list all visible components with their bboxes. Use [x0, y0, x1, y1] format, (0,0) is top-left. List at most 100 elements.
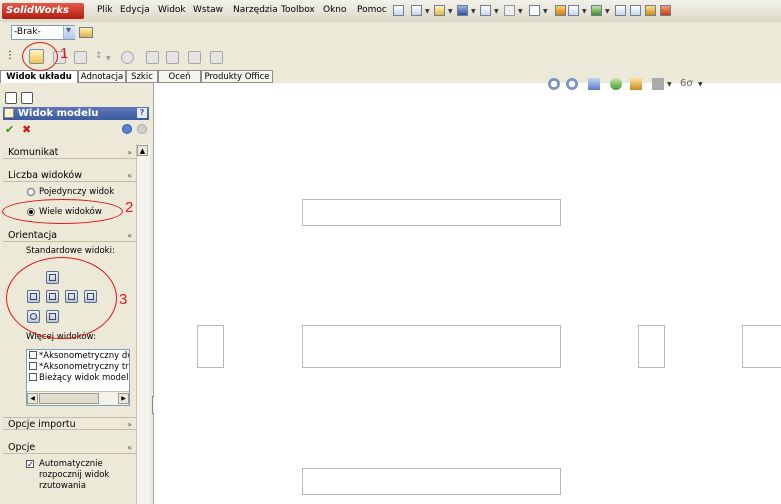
auto-start-checkbox[interactable]: ✓: [26, 460, 34, 469]
chevron-down-icon[interactable]: ▼: [518, 8, 523, 15]
menu-toolbox[interactable]: Toolbox: [281, 5, 315, 15]
section-opcje-importu[interactable]: Opcje importu »: [3, 417, 136, 430]
annotation-circle-1: [22, 42, 58, 71]
checkbox-icon[interactable]: [29, 351, 37, 359]
chevron-down-icon[interactable]: ▼: [543, 8, 548, 15]
tab-adnotacja[interactable]: Adnotacja: [78, 70, 126, 83]
chevron-down-icon[interactable]: ▼: [494, 8, 499, 15]
menu-plik[interactable]: Plik: [97, 5, 113, 15]
list-item[interactable]: Bieżący widok modelu: [29, 373, 129, 383]
chevron-down-icon[interactable]: ▼: [448, 8, 453, 15]
help-button[interactable]: ?: [137, 108, 147, 118]
zoom-to-fit-icon[interactable]: [548, 78, 560, 90]
menu-wstaw[interactable]: Wstaw: [193, 5, 223, 15]
crop-view-icon[interactable]: [188, 51, 201, 64]
scroll-up-icon[interactable]: ▲: [137, 145, 148, 156]
model-view-icon: [4, 108, 14, 118]
menu-narzedzia[interactable]: Narzędzia: [233, 5, 278, 15]
scroll-left-icon[interactable]: ◀: [27, 393, 38, 404]
list-item[interactable]: *Aksonometryczny dw: [29, 351, 129, 361]
chevron-down-icon[interactable]: »: [127, 146, 132, 159]
dimxpert-icon[interactable]: [615, 5, 626, 16]
scroll-right-icon[interactable]: ▶: [118, 393, 129, 404]
chevron-down-icon[interactable]: ▼: [667, 81, 672, 88]
addins-icon[interactable]: [660, 5, 671, 16]
back-arrow-icon[interactable]: [122, 124, 132, 134]
tab-szkic[interactable]: Szkic: [126, 70, 158, 83]
toolbox-icon[interactable]: [645, 5, 656, 16]
menu-okno[interactable]: Okno: [323, 5, 347, 15]
rebuild-icon[interactable]: [555, 5, 566, 16]
layer-combo-value: -Brak-: [14, 27, 41, 37]
panel-scrollbar[interactable]: [136, 144, 150, 504]
view-placeholder-bottom[interactable]: [302, 468, 561, 495]
chevron-up-icon[interactable]: «: [127, 169, 132, 182]
layer-properties-icon[interactable]: [79, 27, 93, 38]
display-style-icon[interactable]: [630, 78, 642, 90]
scroll-thumb[interactable]: [39, 393, 99, 404]
break-icon[interactable]: [166, 51, 179, 64]
file-properties-icon[interactable]: [568, 5, 579, 16]
chevron-up-icon[interactable]: «: [127, 229, 132, 242]
view-placeholder-back[interactable]: [742, 325, 781, 368]
select-cursor-icon[interactable]: [529, 5, 540, 16]
checkbox-icon[interactable]: [29, 362, 37, 370]
print-icon[interactable]: [480, 5, 491, 16]
auto-start-label-1: Automatycznie: [39, 459, 103, 469]
chevron-down-icon[interactable]: ▼: [425, 8, 430, 15]
tab-ocen[interactable]: Oceń: [158, 70, 201, 83]
pin-icon[interactable]: [393, 5, 404, 16]
view-placeholder-right[interactable]: [638, 325, 665, 368]
drawing-canvas[interactable]: [154, 83, 781, 504]
view-placeholder-front[interactable]: [302, 325, 561, 368]
options-icon[interactable]: [591, 5, 602, 16]
view-orientation-icon[interactable]: [652, 78, 664, 90]
alternate-position-icon[interactable]: [210, 51, 223, 64]
panel-title: Widok modelu ?: [3, 107, 149, 120]
property-manager-icon[interactable]: [21, 92, 33, 104]
auto-start-label-2: rozpocznij widok: [39, 470, 110, 480]
section-opcje-importu-label: Opcje importu: [8, 419, 76, 430]
chevron-down-icon[interactable]: ▼: [698, 81, 703, 88]
chevron-down-icon[interactable]: ▼: [605, 8, 610, 15]
section-orientacja[interactable]: Orientacja «: [3, 229, 136, 242]
radio-single-view[interactable]: [27, 188, 35, 196]
ok-check-icon[interactable]: ✔: [5, 123, 14, 136]
view-placeholder-left[interactable]: [197, 325, 224, 368]
layer-toolbar: [0, 22, 781, 45]
rotate-view-icon[interactable]: [610, 78, 622, 90]
next-arrow-icon[interactable]: [137, 124, 147, 134]
radio-single-view-label: Pojedynczy widok: [39, 187, 115, 197]
tab-widok-ukladu[interactable]: Widok układu: [0, 70, 78, 83]
list-horizontal-scrollbar[interactable]: ◀ ▶: [27, 391, 129, 405]
list-item[interactable]: *Aksonometryczny tró: [29, 362, 129, 372]
hide-show-icon[interactable]: 6ơ: [680, 78, 692, 90]
menu-pomoc[interactable]: Pomoc: [357, 5, 387, 15]
chevron-down-icon[interactable]: ▼: [582, 8, 587, 15]
menu-widok[interactable]: Widok: [158, 5, 186, 15]
auxiliary-view-icon[interactable]: [74, 51, 87, 64]
feature-tree-icon[interactable]: [5, 92, 17, 104]
chevron-down-icon[interactable]: ▼: [106, 55, 111, 62]
previous-view-icon[interactable]: [588, 78, 600, 90]
zoom-to-area-icon[interactable]: [566, 78, 578, 90]
section-opcje[interactable]: Opcje «: [3, 441, 136, 454]
chevron-up-icon[interactable]: «: [127, 441, 132, 454]
help-icon[interactable]: [630, 5, 641, 16]
open-folder-icon[interactable]: [434, 5, 445, 16]
chevron-down-icon[interactable]: ▼: [471, 8, 476, 15]
checkbox-icon[interactable]: [29, 373, 37, 381]
cancel-x-icon[interactable]: ✖: [22, 123, 31, 136]
tab-produkty-office[interactable]: Produkty Office: [201, 70, 273, 83]
section-komunikat[interactable]: Komunikat »: [3, 146, 136, 159]
broken-out-section-icon[interactable]: [146, 51, 159, 64]
chevron-down-icon[interactable]: »: [127, 418, 132, 431]
menu-edycja[interactable]: Edycja: [120, 5, 150, 15]
save-icon[interactable]: [457, 5, 468, 16]
new-document-icon[interactable]: [411, 5, 422, 16]
detail-view-icon[interactable]: [121, 51, 134, 64]
undo-icon[interactable]: [504, 5, 515, 16]
view-placeholder-top[interactable]: [302, 199, 561, 226]
chevron-down-icon[interactable]: [63, 25, 75, 39]
section-liczba-widokow[interactable]: Liczba widoków «: [3, 169, 136, 182]
